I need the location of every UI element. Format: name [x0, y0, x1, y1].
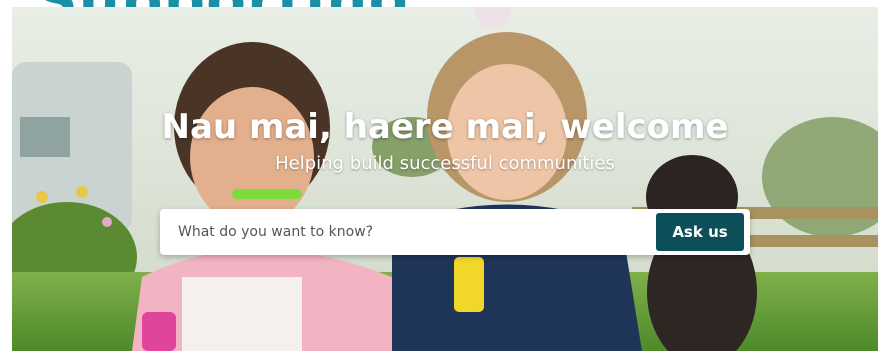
search-input[interactable]: [160, 209, 650, 255]
hero-banner: Nau mai, haere mai, welcome Helping buil…: [12, 7, 878, 351]
hero-subtitle: Helping build successful communities: [275, 153, 615, 174]
search-bar: Ask us: [160, 209, 750, 255]
hero-photo: [12, 7, 878, 351]
hero-title: Nau mai, haere mai, welcome: [161, 107, 729, 147]
ask-us-button[interactable]: Ask us: [656, 213, 744, 251]
